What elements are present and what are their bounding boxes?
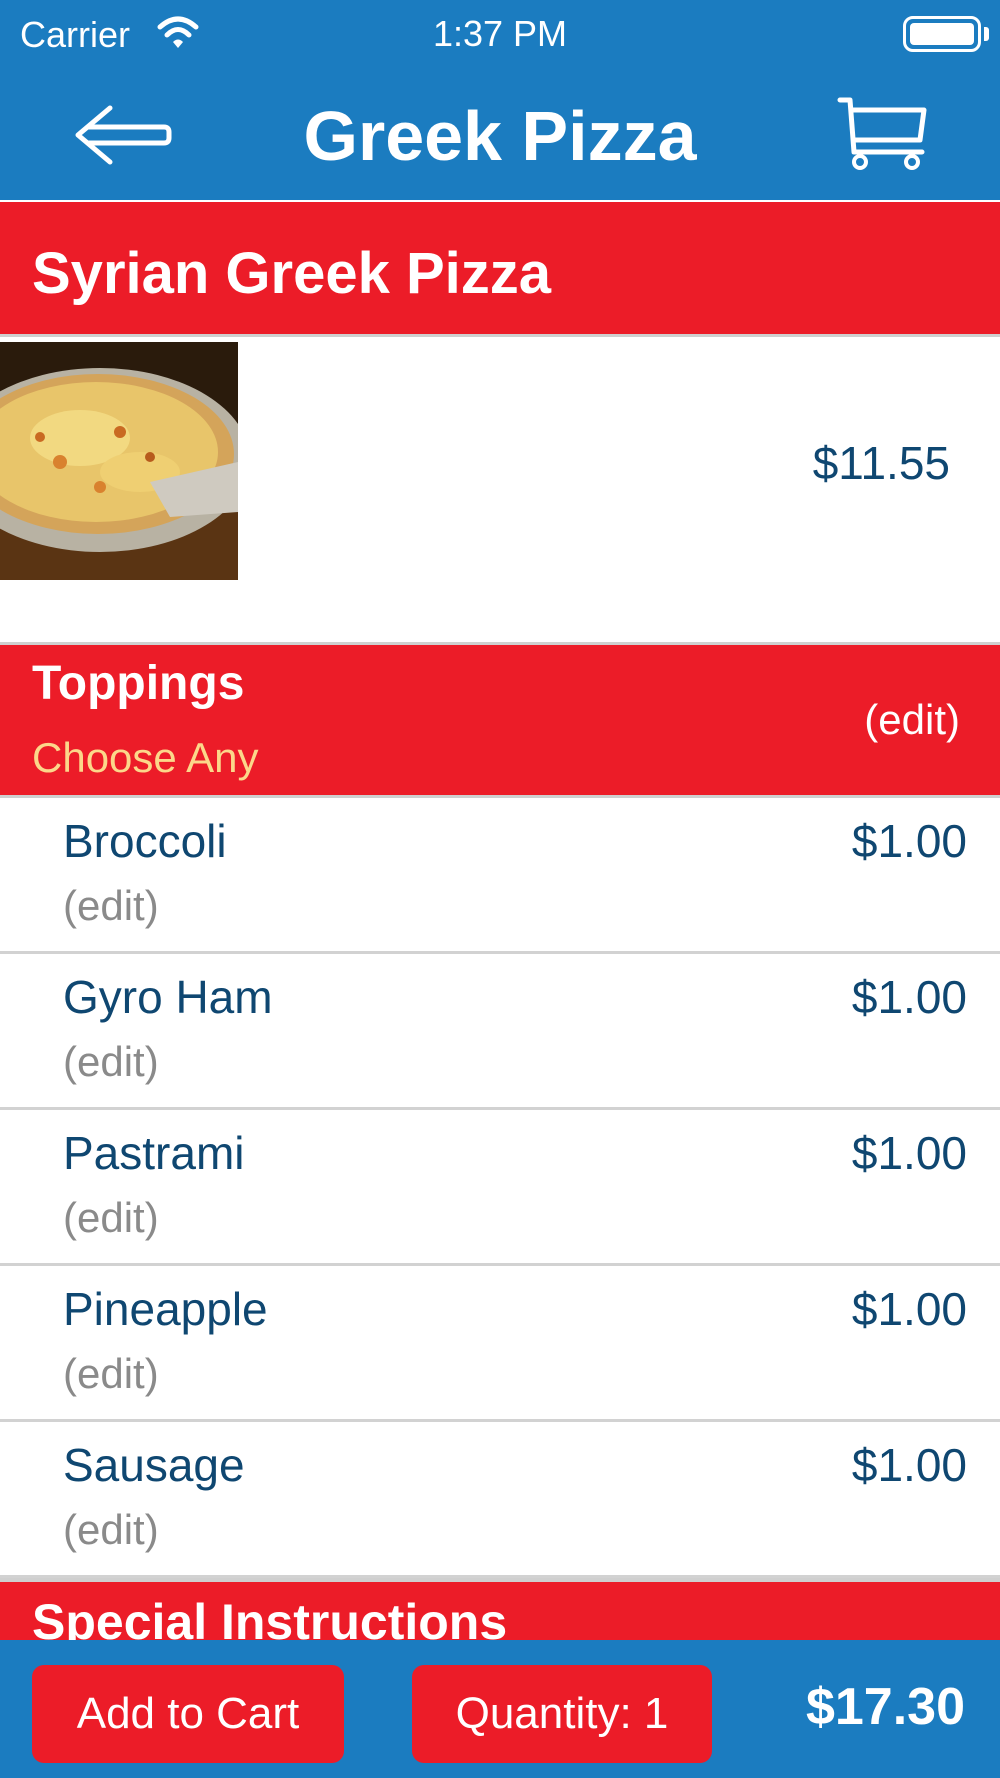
topping-edit-link[interactable]: (edit) [63, 882, 159, 930]
topping-name: Pineapple [63, 1283, 268, 1335]
add-to-cart-button[interactable]: Add to Cart [32, 1665, 344, 1763]
toppings-title: Toppings [32, 657, 245, 710]
topping-price: $1.00 [851, 1439, 967, 1491]
topping-edit-link[interactable]: (edit) [63, 1038, 159, 1086]
topping-name: Sausage [63, 1439, 245, 1491]
topping-price: $1.00 [851, 1127, 967, 1179]
topping-name: Gyro Ham [63, 971, 273, 1023]
topping-price: $1.00 [851, 1283, 967, 1335]
toppings-subtitle: Choose Any [32, 734, 259, 781]
clock: 1:37 PM [432, 13, 568, 54]
topping-row-broccoli[interactable]: Broccoli (edit) $1.00 [0, 798, 1000, 954]
quantity-button[interactable]: Quantity: 1 [412, 1665, 712, 1763]
battery-icon [903, 16, 981, 52]
battery-cap [984, 27, 989, 41]
topping-edit-link[interactable]: (edit) [63, 1194, 159, 1242]
divider [0, 334, 1000, 337]
topping-row-pastrami[interactable]: Pastrami (edit) $1.00 [0, 1110, 1000, 1266]
item-title: Syrian Greek Pizza [32, 241, 552, 306]
topping-edit-link[interactable]: (edit) [63, 1350, 159, 1398]
topping-name: Broccoli [63, 815, 227, 867]
topping-row-gyro-ham[interactable]: Gyro Ham (edit) $1.00 [0, 954, 1000, 1110]
status-bar: Carrier 1:37 PM [0, 0, 1000, 68]
toppings-edit-link[interactable]: (edit) [780, 696, 960, 744]
item-price: $11.55 [812, 437, 950, 489]
topping-price: $1.00 [851, 971, 967, 1023]
pizza-image [0, 342, 238, 580]
topping-name: Pastrami [63, 1127, 245, 1179]
topping-row-pineapple[interactable]: Pineapple (edit) $1.00 [0, 1266, 1000, 1422]
order-total: $17.30 [805, 1678, 965, 1736]
topping-row-sausage[interactable]: Sausage (edit) $1.00 [0, 1422, 1000, 1578]
topping-price: $1.00 [851, 815, 967, 867]
topping-edit-link[interactable]: (edit) [63, 1506, 159, 1554]
cart-icon[interactable] [836, 96, 928, 172]
